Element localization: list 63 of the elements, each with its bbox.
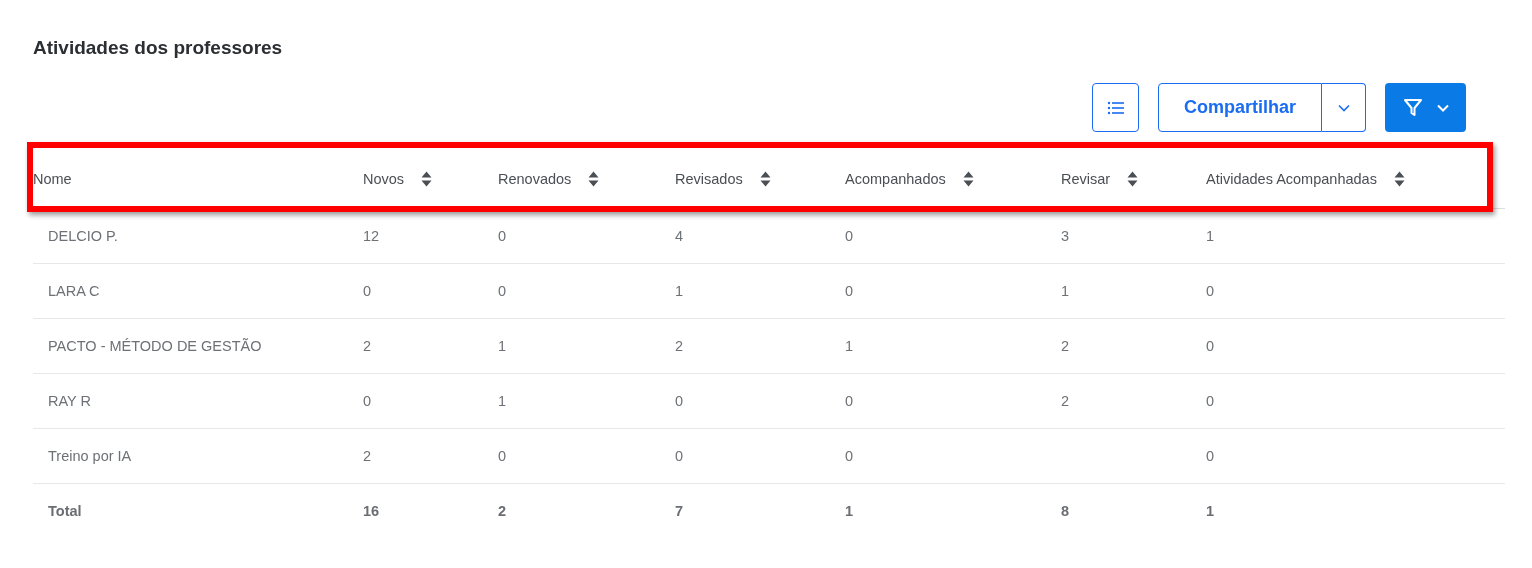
table-cell: 4 — [675, 228, 684, 244]
table-cell: 0 — [498, 448, 507, 464]
caret-icon — [1337, 103, 1350, 112]
table-cell: 0 — [845, 228, 854, 244]
total-cell: 2 — [498, 503, 507, 519]
column-header[interactable]: Nome — [33, 171, 72, 187]
column-header[interactable]: Revisados — [675, 171, 743, 187]
table-cell: 0 — [498, 283, 507, 299]
table-cell: 1 — [1206, 228, 1215, 244]
sort-icon[interactable] — [962, 171, 974, 187]
total-cell: Total — [48, 503, 82, 519]
sort-icon[interactable] — [1393, 171, 1405, 187]
filter-button[interactable] — [1385, 83, 1466, 132]
table-cell: 1 — [1061, 283, 1070, 299]
total-cell: 1 — [1206, 503, 1215, 519]
table-cell: 0 — [675, 393, 684, 409]
table-cell: 0 — [1206, 393, 1215, 409]
table-cell: 0 — [845, 283, 854, 299]
table-cell: Treino por IA — [48, 448, 132, 464]
table-cell: 0 — [845, 448, 854, 464]
table-cell: 0 — [363, 283, 372, 299]
share-button[interactable]: Compartilhar — [1158, 83, 1322, 132]
table-cell: 0 — [845, 393, 854, 409]
total-cell: 7 — [675, 503, 684, 519]
table-cell: 2 — [675, 338, 684, 354]
sort-icon[interactable] — [421, 171, 433, 187]
sort-icon[interactable] — [588, 171, 600, 187]
table-cell: 0 — [1206, 448, 1215, 464]
sort-icon[interactable] — [1127, 171, 1139, 187]
table-cell: 1 — [845, 338, 854, 354]
table-cell: 3 — [1061, 228, 1070, 244]
section-title: Atividades dos professores — [33, 36, 284, 60]
sort-icon[interactable] — [759, 171, 771, 187]
share-dropdown-button[interactable] — [1322, 83, 1366, 132]
list-icon — [1106, 100, 1125, 115]
column-header[interactable]: Novos — [363, 171, 405, 187]
column-header[interactable]: Atividades Acompanhadas — [1206, 171, 1377, 187]
total-cell: 16 — [363, 503, 380, 519]
table-cell: DELCIO P. — [48, 228, 118, 244]
table-cell: 0 — [675, 448, 684, 464]
table-cell: 1 — [498, 393, 507, 409]
total-cell: 1 — [845, 503, 854, 519]
table-cell: 2 — [363, 338, 372, 354]
table-cell: 1 — [498, 338, 507, 354]
filter-icon — [1402, 97, 1423, 118]
table-cell: 0 — [498, 228, 507, 244]
table-cell: 1 — [675, 283, 684, 299]
column-header[interactable]: Acompanhados — [845, 171, 946, 187]
table-cell: 0 — [1206, 338, 1215, 354]
table-cell: LARA C — [48, 283, 100, 299]
table-cell: 12 — [363, 228, 380, 244]
table-cell: 0 — [1206, 283, 1215, 299]
column-header[interactable]: Renovados — [498, 171, 572, 187]
table-cell: 2 — [1061, 393, 1070, 409]
table-cell: 2 — [363, 448, 372, 464]
table-cell: 2 — [1061, 338, 1070, 354]
column-header[interactable]: Revisar — [1061, 171, 1111, 187]
table-cell: 0 — [363, 393, 372, 409]
table-cell: RAY R — [48, 393, 91, 409]
caret-icon — [1436, 103, 1449, 112]
table-cell: PACTO - MÉTODO DE GESTÃO — [48, 338, 262, 354]
list-view-button[interactable] — [1092, 83, 1139, 132]
total-cell: 8 — [1061, 503, 1070, 519]
